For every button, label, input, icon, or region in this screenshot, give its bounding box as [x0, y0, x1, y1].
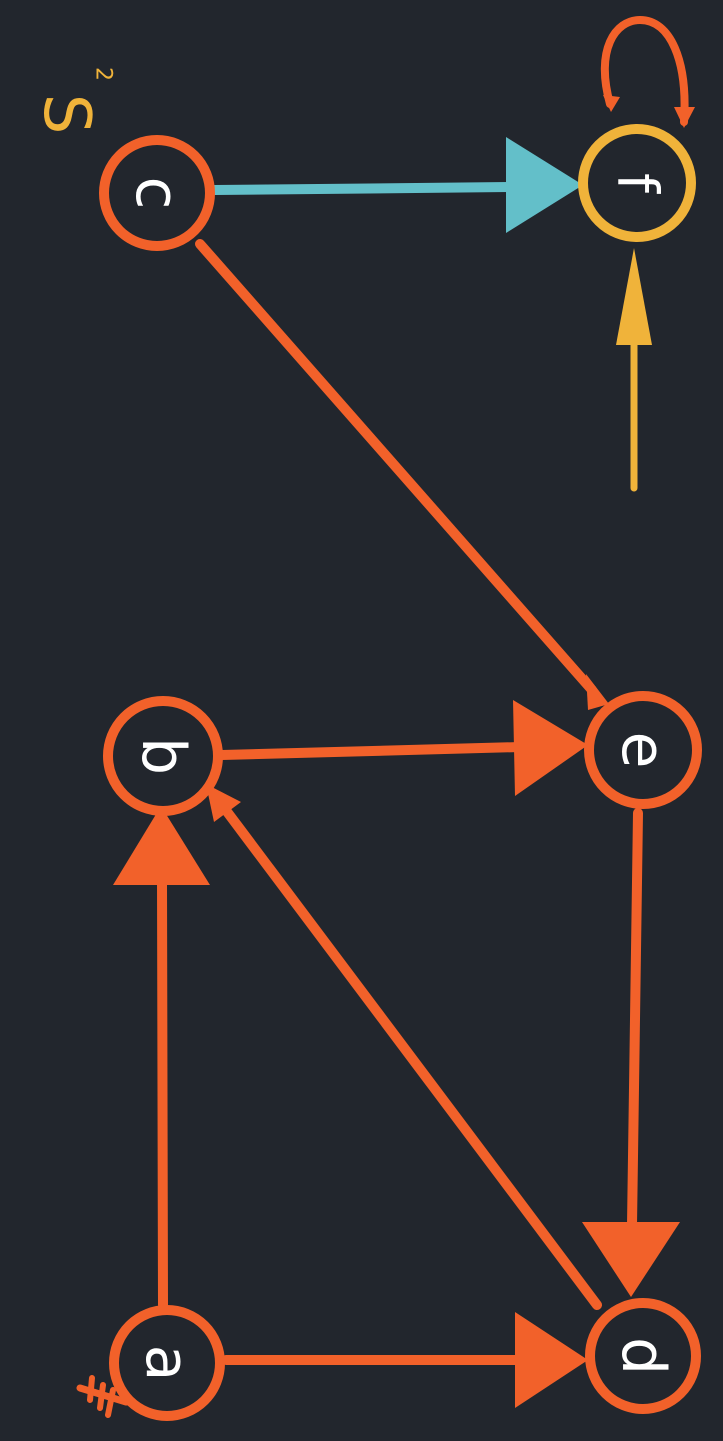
edge-e-to-d — [582, 808, 680, 1297]
node-f-label: f — [605, 173, 670, 194]
edge-a-to-b — [113, 806, 210, 1310]
node-b[interactable]: b — [103, 696, 223, 816]
set-annotation: S 2 — [29, 67, 116, 134]
node-e[interactable]: e — [584, 691, 702, 809]
edge-f-self-loop — [600, 15, 695, 128]
set-annotation-letter: S — [29, 94, 103, 135]
node-d-label: d — [608, 1337, 678, 1375]
node-d[interactable]: d — [585, 1298, 701, 1414]
edge-d-to-b — [206, 784, 602, 1310]
node-c[interactable]: c — [99, 135, 215, 251]
node-a-label: a — [132, 1345, 202, 1382]
edge-c-to-e — [195, 239, 609, 710]
edge-incoming-to-f — [616, 248, 652, 492]
edge-b-to-e — [217, 700, 588, 796]
node-e-label: e — [608, 732, 678, 769]
edge-c-to-f — [210, 137, 583, 233]
node-a[interactable]: a — [109, 1305, 225, 1421]
edge-a-to-d — [221, 1312, 588, 1408]
node-f[interactable]: f — [578, 124, 696, 242]
diagram-canvas: a b c d e f S 2 — [0, 0, 723, 1441]
graph-diagram: a b c d e f S 2 — [29, 15, 702, 1421]
node-b-label: b — [128, 737, 198, 775]
set-annotation-subscript: 2 — [91, 67, 116, 81]
node-c-label: c — [122, 177, 192, 210]
